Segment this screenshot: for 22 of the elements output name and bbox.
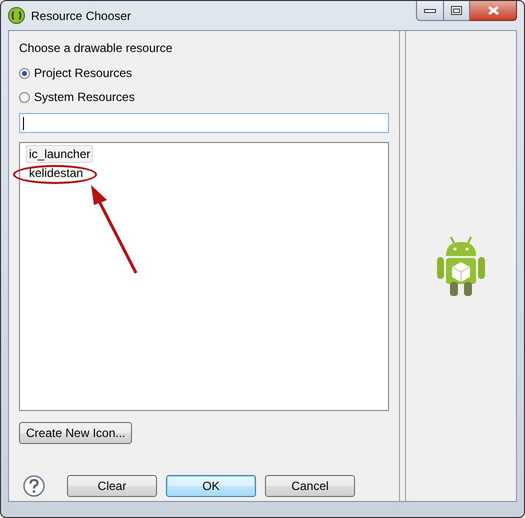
maximize-button[interactable] <box>444 1 470 21</box>
radio-label[interactable]: Project Resources <box>34 66 132 80</box>
cancel-button[interactable]: Cancel <box>265 475 355 497</box>
android-robot-icon <box>434 234 488 298</box>
radio-label[interactable]: System Resources <box>34 90 135 104</box>
close-icon[interactable] <box>488 6 498 15</box>
filter-field[interactable] <box>19 113 389 133</box>
help-icon[interactable] <box>23 475 45 497</box>
minimize-button[interactable] <box>416 1 444 21</box>
ok-button[interactable]: OK <box>166 475 256 497</box>
radio-button[interactable] <box>19 68 30 78</box>
resource-item[interactable]: ic_launcher <box>26 145 94 163</box>
window-title: Resource Chooser <box>31 8 132 22</box>
radio-button[interactable] <box>19 92 30 102</box>
close-button[interactable] <box>470 1 517 21</box>
resource-item[interactable]: kelidestan <box>26 164 86 182</box>
maximize-icon[interactable] <box>451 6 462 15</box>
create-icon-button[interactable]: Create New Icon... <box>19 422 132 444</box>
clear-button[interactable]: Clear <box>67 475 157 497</box>
app-logo-icon <box>8 7 25 24</box>
minimize-icon[interactable] <box>424 8 436 12</box>
prompt-label: Choose a drawable resource <box>19 41 174 55</box>
